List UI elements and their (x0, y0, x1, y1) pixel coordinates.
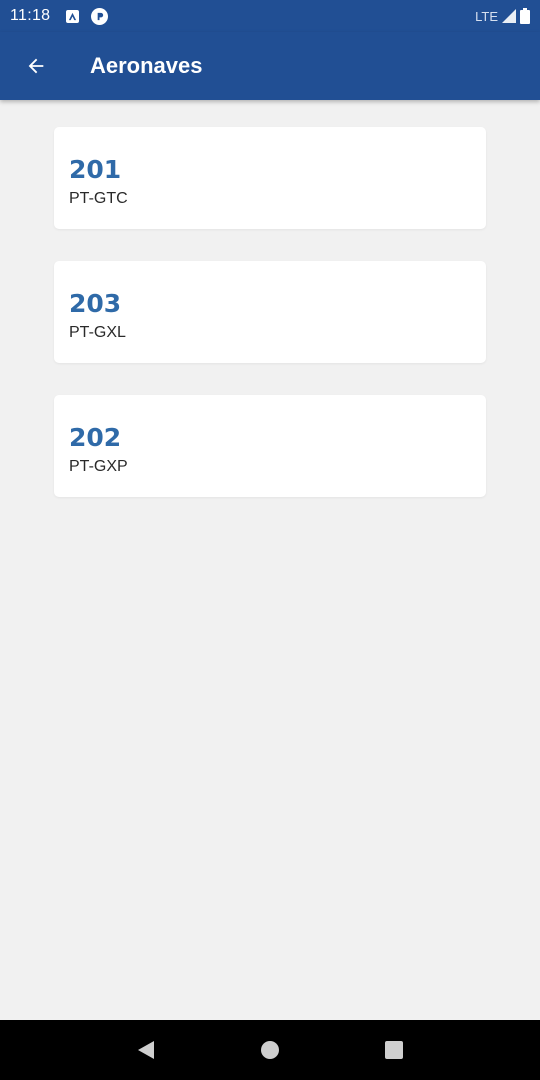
aircraft-registration: PT-GTC (69, 190, 128, 207)
recents-square-icon (385, 1041, 403, 1059)
aircraft-number: 201 (69, 155, 122, 184)
nav-back-button[interactable] (126, 1030, 166, 1070)
arrow-back-icon (28, 58, 44, 74)
nav-recents-button[interactable] (374, 1030, 414, 1070)
signal-icon (502, 9, 516, 23)
aircraft-number: 202 (69, 423, 122, 452)
battery-icon (520, 8, 530, 24)
back-triangle-icon (138, 1041, 154, 1059)
aircraft-number: 203 (69, 289, 122, 318)
aircraft-card[interactable]: 203 PT-GXL (54, 261, 486, 363)
status-right: LTE (475, 8, 530, 24)
network-type: LTE (475, 8, 498, 24)
app-bar: Aeronaves (0, 32, 540, 100)
aircraft-list: 201 PT-GTC 203 PT-GXL 202 PT-GXP (54, 127, 486, 529)
page-title: Aeronaves (90, 53, 203, 78)
back-button[interactable] (8, 38, 64, 94)
nav-home-button[interactable] (250, 1030, 290, 1070)
system-nav-bar (0, 1020, 540, 1080)
aircraft-card[interactable]: 201 PT-GTC (54, 127, 486, 229)
aircraft-registration: PT-GXP (69, 458, 128, 475)
status-bar: 11:18 LTE (0, 0, 540, 32)
notification-a-icon (66, 9, 80, 23)
notification-icons (66, 7, 109, 25)
notification-p-icon (91, 7, 109, 25)
aircraft-registration: PT-GXL (69, 324, 126, 341)
status-time: 11:18 (10, 7, 51, 24)
home-circle-icon (261, 1041, 279, 1059)
aircraft-card[interactable]: 202 PT-GXP (54, 395, 486, 497)
